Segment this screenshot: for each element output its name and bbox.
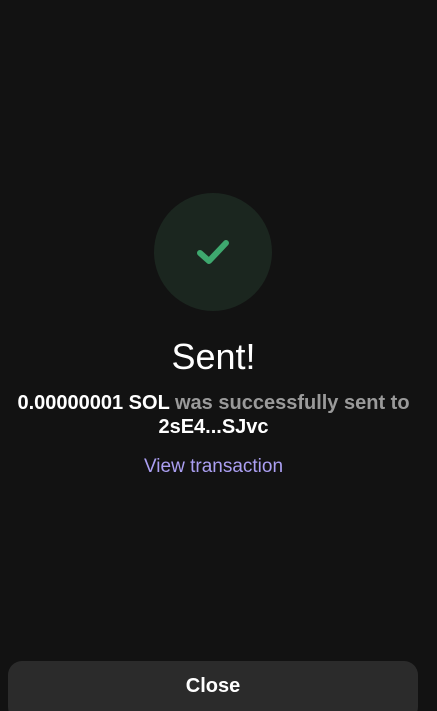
- success-message: 0.00000001 SOL was successfully sent to …: [0, 391, 427, 439]
- checkmark-icon: [197, 240, 229, 264]
- success-badge: [154, 193, 272, 311]
- send-success-screen: Sent! 0.00000001 SOL was successfully se…: [0, 0, 437, 711]
- sent-amount: 0.00000001 SOL: [17, 392, 170, 414]
- recipient-address: 2sE4...SJvc: [158, 416, 269, 438]
- page-title: Sent!: [171, 336, 256, 377]
- close-button[interactable]: Close: [8, 661, 418, 711]
- view-transaction-link[interactable]: View transaction: [0, 454, 427, 480]
- success-text: was successfully sent to: [175, 392, 410, 414]
